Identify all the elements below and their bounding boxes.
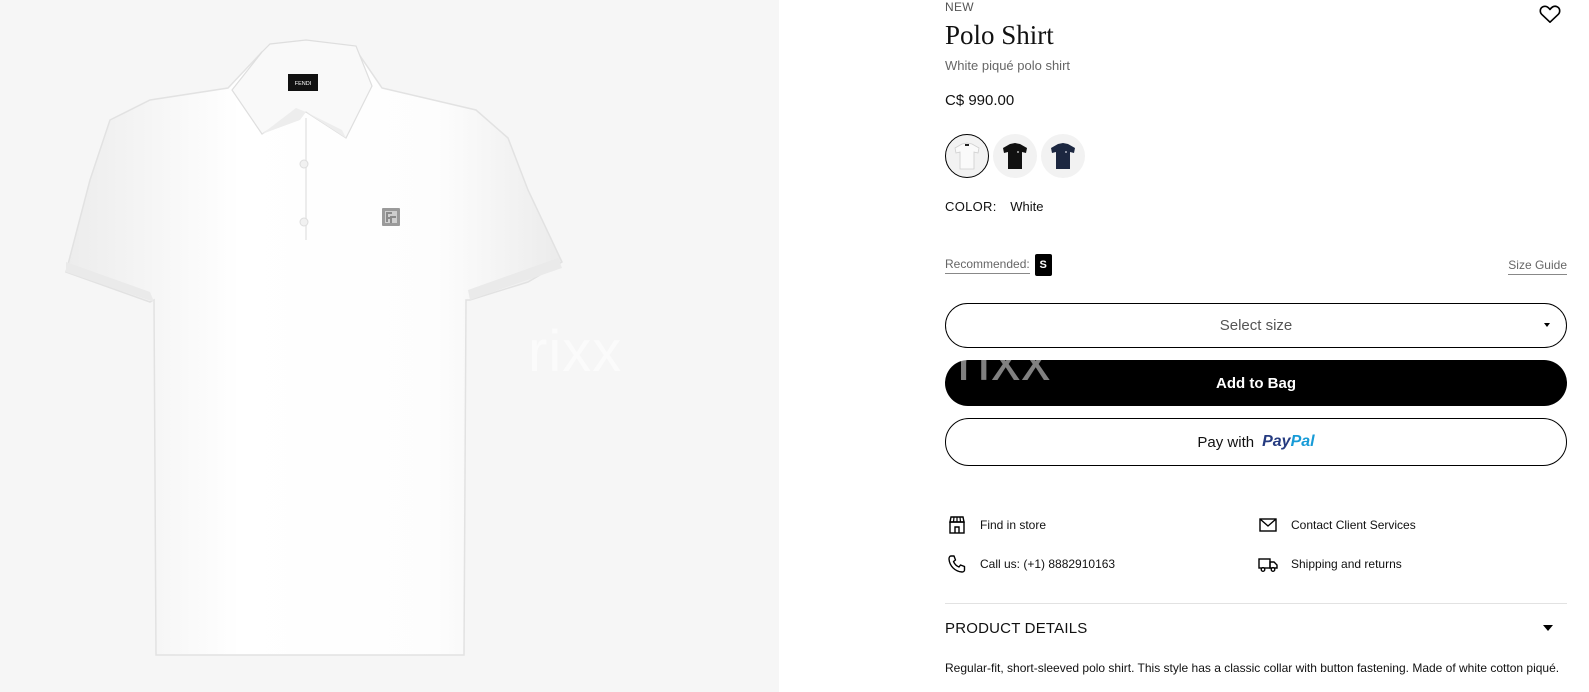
call-us-link[interactable]: Call us: (+1) 8882910163 [947,554,1115,574]
paypal-button[interactable]: Pay with PayPal [945,418,1567,466]
product-subtitle: White piqué polo shirt [945,58,1071,73]
product-details-heading: PRODUCT DETAILS [945,619,1088,637]
watermark: rixx [528,319,623,384]
swatch-white[interactable] [945,134,989,178]
size-guide-link[interactable]: Size Guide [1508,258,1567,275]
caret-down-icon [1544,323,1550,327]
new-badge: NEW [945,0,974,14]
watermark: rixx [957,328,1052,393]
mail-icon [1259,518,1277,532]
chevron-down-icon [1543,625,1553,631]
pay-with-label: Pay with [1197,433,1255,451]
product-description: Regular-fit, short-sleeved polo shirt. T… [945,661,1560,675]
truck-icon [1258,558,1278,572]
svg-text:FENDI: FENDI [295,81,312,87]
black-polo-thumbnail-icon [1003,143,1027,169]
product-info-panel: NEW Polo Shirt White piqué polo shirt C$… [945,0,1567,692]
white-polo-thumbnail-icon [954,142,980,170]
color-label: COLOR: [945,199,997,214]
shipping-returns-link[interactable]: Shipping and returns [1258,554,1402,574]
phone-icon [948,555,966,573]
navy-polo-thumbnail-icon [1051,143,1075,169]
color-value: White [1010,199,1044,214]
product-price: C$ 990.00 [945,92,1015,109]
color-swatches [945,134,1085,178]
call-us-label: Call us: (+1) 8882910163 [980,557,1116,571]
color-selection: COLOR: White [945,199,1044,214]
contact-label: Contact Client Services [1291,518,1416,532]
contact-client-services-link[interactable]: Contact Client Services [1258,515,1416,535]
shipping-label: Shipping and returns [1291,557,1402,571]
product-title: Polo Shirt [945,20,1054,50]
recommended-size[interactable]: Recommended: S [945,254,1052,276]
swatch-black[interactable] [993,134,1037,178]
find-in-store-link[interactable]: Find in store [947,515,1046,535]
select-size-placeholder: Select size [1219,317,1293,334]
divider [945,603,1567,604]
recommended-size-chip: S [1034,254,1052,276]
store-icon [949,516,965,534]
product-image: FENDI [65,39,563,656]
find-in-store-label: Find in store [980,518,1047,532]
product-image-panel: FENDI rixx [0,0,779,692]
paypal-logo: PayPal [1262,433,1315,450]
recommended-label: Recommended: [945,257,1030,274]
product-details-toggle[interactable]: PRODUCT DETAILS [945,618,1567,638]
swatch-navy[interactable] [1041,134,1085,178]
